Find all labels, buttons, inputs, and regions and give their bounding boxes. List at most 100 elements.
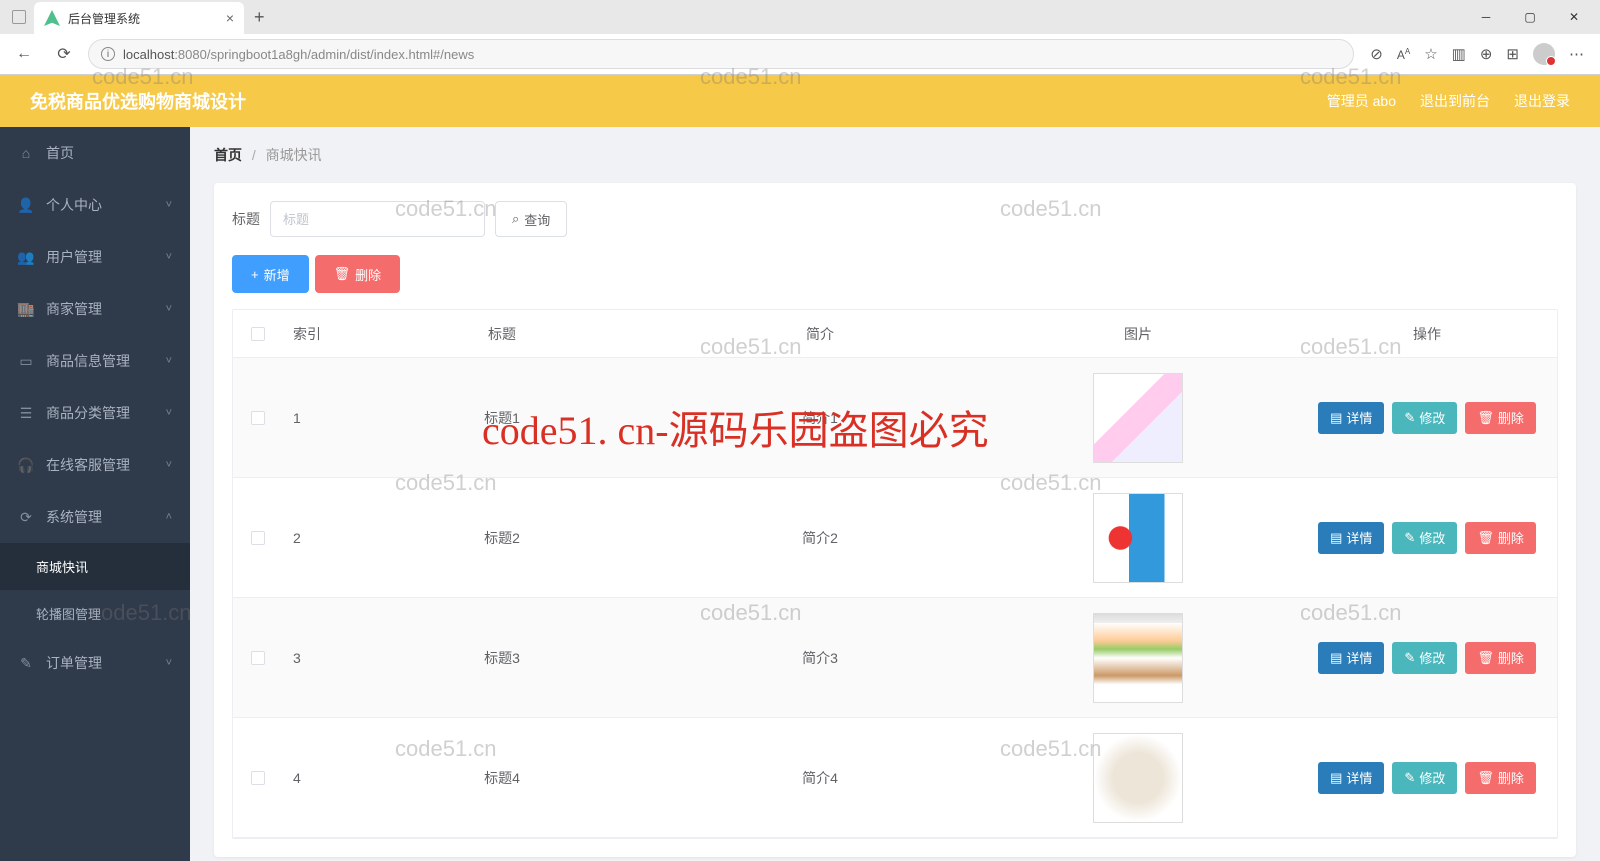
action-row: + 新增 🗑 删除 — [232, 255, 1558, 293]
row-delete-button[interactable]: 🗑 删除 — [1465, 402, 1536, 434]
row-detail-button[interactable]: ▤ 详情 — [1318, 762, 1384, 794]
select-all-checkbox[interactable] — [251, 327, 265, 341]
tab-close-icon[interactable]: × — [226, 10, 234, 26]
row-checkbox[interactable] — [251, 651, 265, 665]
row-delete-button[interactable]: 🗑 删除 — [1465, 642, 1536, 674]
sidebar-item-label: 在线客服管理 — [46, 455, 130, 475]
search-query-button[interactable]: ⌕ 查询 — [495, 201, 567, 237]
window-tab-list-button[interactable] — [4, 10, 34, 24]
split-screen-icon[interactable]: ▥ — [1452, 45, 1466, 63]
trash-icon: 🗑 — [1477, 530, 1494, 546]
favorite-icon[interactable]: ☆ — [1424, 45, 1437, 63]
sidebar-item-用户管理[interactable]: 👥 用户管理 ˅ — [0, 231, 190, 283]
row-delete-button[interactable]: 🗑 删除 — [1465, 762, 1536, 794]
nav-back-button[interactable]: ← — [8, 38, 40, 70]
cell-index: 3 — [283, 642, 343, 674]
sidebar-item-订单管理[interactable]: ✎ 订单管理 ˅ — [0, 637, 190, 689]
more-menu-icon[interactable]: ⋯ — [1569, 45, 1584, 63]
cell-title: 标题2 — [343, 520, 661, 556]
window-maximize-button[interactable]: ▢ — [1508, 1, 1552, 33]
sidebar-item-label: 个人中心 — [46, 195, 102, 215]
chevron-down-icon: ˅ — [166, 199, 172, 211]
search-label: 标题 — [232, 209, 260, 229]
window-minimize-button[interactable]: ─ — [1464, 1, 1508, 33]
row-thumbnail[interactable] — [1093, 733, 1183, 823]
row-detail-button[interactable]: ▤ 详情 — [1318, 642, 1384, 674]
edit-icon: ✎ — [1404, 530, 1415, 546]
system-icon: ⟳ — [18, 509, 34, 525]
sidebar-item-商家管理[interactable]: 🏬 商家管理 ˅ — [0, 283, 190, 335]
header-to-front-link[interactable]: 退出到前台 — [1420, 91, 1490, 111]
chevron-up-icon: ˄ — [166, 511, 172, 523]
row-checkbox[interactable] — [251, 531, 265, 545]
chevron-down-icon: ˅ — [166, 251, 172, 263]
row-thumbnail[interactable] — [1093, 373, 1183, 463]
breadcrumb-home[interactable]: 首页 — [214, 147, 242, 163]
table-row: 2 标题2 简介2 ▤ 详情 ✎ 修改 🗑 删除 — [233, 478, 1557, 598]
delete-button[interactable]: 🗑 删除 — [315, 255, 401, 293]
trash-icon: 🗑 — [334, 266, 351, 282]
shop-icon: 🏬 — [18, 301, 34, 317]
row-thumbnail[interactable] — [1093, 493, 1183, 583]
app-title: 免税商品优选购物商城设计 — [30, 88, 246, 114]
plus-icon: + — [251, 267, 259, 282]
collections-icon[interactable]: ⊕ — [1480, 45, 1493, 63]
edit-icon: ✎ — [1404, 770, 1415, 786]
sidebar-subitem-商城快讯[interactable]: 商城快讯 — [0, 543, 190, 590]
site-info-icon[interactable]: i — [101, 47, 115, 61]
detail-icon: ▤ — [1330, 650, 1342, 666]
address-bar: ← ⟳ i localhost:8080/springboot1a8gh/adm… — [0, 34, 1600, 74]
data-table: 索引 标题 简介 图片 操作 1 标题1 简介1 ▤ 详情 ✎ 修改 🗑 删除 … — [232, 309, 1558, 839]
search-title-input[interactable] — [270, 201, 485, 237]
new-tab-button[interactable]: + — [244, 7, 275, 28]
sidebar-subitem-轮播图管理[interactable]: 轮播图管理 — [0, 590, 190, 637]
col-title: 标题 — [343, 316, 661, 352]
goods-icon: ▭ — [18, 353, 34, 369]
row-thumbnail[interactable] — [1093, 613, 1183, 703]
profile-avatar-icon[interactable] — [1533, 43, 1555, 65]
sidebar-item-个人中心[interactable]: 👤 个人中心 ˅ — [0, 179, 190, 231]
window-close-button[interactable]: ✕ — [1552, 1, 1596, 33]
col-ops: 操作 — [1297, 316, 1557, 352]
cell-index: 2 — [283, 522, 343, 554]
trash-icon: 🗑 — [1477, 650, 1494, 666]
category-icon: ☰ — [18, 405, 34, 421]
row-edit-button[interactable]: ✎ 修改 — [1392, 642, 1457, 674]
chevron-down-icon: ˅ — [166, 657, 172, 669]
row-checkbox[interactable] — [251, 411, 265, 425]
text-size-icon[interactable]: AA — [1397, 47, 1410, 62]
row-edit-button[interactable]: ✎ 修改 — [1392, 762, 1457, 794]
cell-title: 标题4 — [343, 760, 661, 796]
order-icon: ✎ — [18, 655, 34, 671]
sidebar-item-商品分类管理[interactable]: ☰ 商品分类管理 ˅ — [0, 387, 190, 439]
cell-title: 标题1 — [343, 400, 661, 436]
edit-icon: ✎ — [1404, 410, 1415, 426]
nav-refresh-button[interactable]: ⟳ — [48, 38, 80, 70]
header-user-label[interactable]: 管理员 abo — [1327, 91, 1396, 111]
cell-title: 标题3 — [343, 640, 661, 676]
sidebar-item-系统管理[interactable]: ⟳ 系统管理 ˄ — [0, 491, 190, 543]
sidebar-item-商品信息管理[interactable]: ▭ 商品信息管理 ˅ — [0, 335, 190, 387]
row-edit-button[interactable]: ✎ 修改 — [1392, 522, 1457, 554]
table-header: 索引 标题 简介 图片 操作 — [233, 310, 1557, 358]
trash-icon: 🗑 — [1477, 770, 1494, 786]
sidebar-item-label: 订单管理 — [46, 653, 102, 673]
add-button[interactable]: + 新增 — [232, 255, 309, 293]
extensions-icon[interactable]: ⊞ — [1506, 45, 1519, 63]
row-edit-button[interactable]: ✎ 修改 — [1392, 402, 1457, 434]
url-input[interactable]: i localhost:8080/springboot1a8gh/admin/d… — [88, 39, 1354, 69]
sidebar-item-首页[interactable]: ⌂ 首页 — [0, 127, 190, 179]
row-delete-button[interactable]: 🗑 删除 — [1465, 522, 1536, 554]
row-detail-button[interactable]: ▤ 详情 — [1318, 522, 1384, 554]
browser-chrome: 后台管理系统 × + ─ ▢ ✕ ← ⟳ i localhost:8080/sp… — [0, 0, 1600, 75]
row-checkbox[interactable] — [251, 771, 265, 785]
cell-intro: 简介4 — [661, 760, 979, 796]
header-logout-link[interactable]: 退出登录 — [1514, 91, 1570, 111]
url-host: localhost — [123, 47, 174, 62]
key-icon[interactable]: ⊘ — [1370, 45, 1383, 63]
chevron-down-icon: ˅ — [166, 303, 172, 315]
user-icon: 👤 — [18, 197, 34, 213]
browser-tab[interactable]: 后台管理系统 × — [34, 2, 244, 34]
sidebar-item-在线客服管理[interactable]: 🎧 在线客服管理 ˅ — [0, 439, 190, 491]
row-detail-button[interactable]: ▤ 详情 — [1318, 402, 1384, 434]
